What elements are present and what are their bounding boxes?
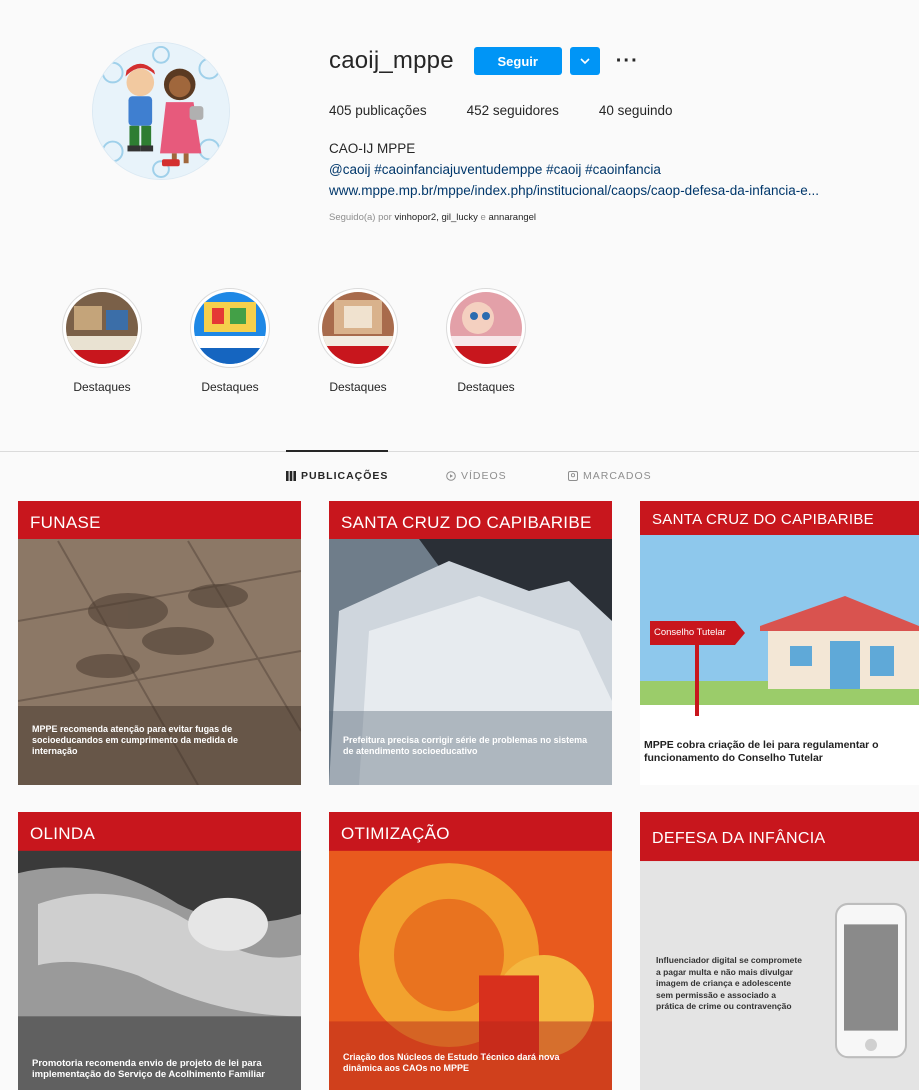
highlight-ring	[446, 288, 526, 368]
post-title: FUNASE	[30, 513, 101, 532]
highlight-label: Destaques	[201, 380, 259, 394]
followed-prefix: Seguido(a) por	[329, 212, 395, 223]
post-title: SANTA CRUZ DO CAPIBARIBE	[341, 513, 592, 532]
highlight-cover	[322, 292, 394, 364]
post-tile[interactable]: DEFESA DA INFÂNCIA Influenciador digital…	[640, 812, 919, 1090]
tag-icon	[568, 471, 578, 481]
profile-stats: 405 publicações 452 seguidores 40 seguin…	[329, 103, 919, 118]
profile-info: caoij_mppe Seguir ··· 405 publicações 45…	[329, 44, 919, 223]
grid-icon	[286, 471, 296, 481]
bio-hashtags[interactable]: @caoij #caoinfanciajuventudemppe #caoij …	[329, 162, 919, 177]
highlight-ring	[318, 288, 398, 368]
post-title: SANTA CRUZ DO CAPIBARIBE	[652, 511, 874, 528]
tab-label: VÍDEOS	[461, 470, 507, 482]
tab-label: MARCADOS	[583, 470, 652, 482]
profile-avatar[interactable]	[92, 42, 230, 180]
bio-name: CAO-IJ MPPE	[329, 141, 416, 156]
highlight-label: Destaques	[457, 380, 515, 394]
post-caption: Influenciador digital se compromete a pa…	[656, 955, 802, 1011]
post-tile[interactable]: OLINDA Promotoria recomenda envio de pro…	[18, 812, 301, 1090]
post-title: OLINDA	[30, 824, 96, 843]
video-icon	[446, 471, 456, 481]
follow-button[interactable]: Seguir	[473, 47, 562, 75]
post-caption: Criação dos Núcleos de Estudo Técnico da…	[343, 1052, 560, 1073]
tab-marcados[interactable]: MARCADOS	[568, 470, 652, 482]
highlight-ring	[190, 288, 270, 368]
highlight-cover	[66, 292, 138, 364]
post-tile[interactable]: SANTA CRUZ DO CAPIBARIBE Conselho Tutela…	[640, 501, 919, 785]
followed-and: e	[477, 212, 489, 223]
tab-publicacoes[interactable]: PUBLICAÇÕES	[286, 470, 388, 482]
suggested-dropdown-button[interactable]	[569, 47, 600, 75]
post-title: DEFESA DA INFÂNCIA	[652, 830, 826, 847]
post-caption: MPPE cobra criação de lei para regulamen…	[644, 739, 879, 764]
tabs-divider	[0, 451, 919, 452]
highlight-item[interactable]: Destaques	[62, 288, 142, 394]
post-caption: Prefeitura precisa corrigir série de pro…	[343, 735, 588, 756]
highlight-item[interactable]: Destaques	[318, 288, 398, 394]
highlight-label: Destaques	[329, 380, 387, 394]
post-tile[interactable]: SANTA CRUZ DO CAPIBARIBE Prefeitura prec…	[329, 501, 612, 785]
post-image	[329, 812, 612, 1090]
followed-by[interactable]: Seguido(a) por vinhopor2, gil_lucky e an…	[329, 212, 919, 223]
highlight-label: Destaques	[73, 380, 131, 394]
post-caption: Promotoria recomenda envio de projeto de…	[32, 1058, 265, 1080]
active-tab-indicator	[286, 450, 388, 452]
bio-link[interactable]: www.mppe.mp.br/mppe/index.php/institucio…	[329, 183, 919, 198]
post-title: OTIMIZAÇÃO	[341, 824, 450, 843]
post-tile[interactable]: OTIMIZAÇÃO Criação dos Núcleos de Estudo…	[329, 812, 612, 1090]
following-count[interactable]: 40 seguindo	[599, 103, 673, 118]
highlight-ring	[62, 288, 142, 368]
tab-videos[interactable]: VÍDEOS	[446, 470, 507, 482]
chevron-down-icon	[580, 58, 590, 65]
post-image	[640, 812, 919, 1090]
tab-label: PUBLICAÇÕES	[301, 470, 389, 482]
post-tile[interactable]: FUNASE MPPE recomenda atenção para evita…	[18, 501, 301, 785]
sign-label: Conselho Tutelar	[654, 627, 726, 638]
username: caoij_mppe	[329, 47, 454, 74]
posts-count: 405 publicações	[329, 103, 427, 118]
post-image	[18, 812, 301, 1090]
followers-count[interactable]: 452 seguidores	[467, 103, 559, 118]
highlight-cover	[194, 292, 266, 364]
post-caption: MPPE recomenda atenção para evitar fugas…	[32, 724, 239, 756]
highlight-item[interactable]: Destaques	[190, 288, 270, 394]
followed-users[interactable]: vinhopor2, gil_lucky	[394, 212, 477, 223]
more-options-icon[interactable]: ···	[616, 51, 639, 71]
highlight-cover	[450, 292, 522, 364]
followed-last[interactable]: annarangel	[488, 212, 536, 223]
profile-header-row: caoij_mppe Seguir ···	[329, 44, 919, 78]
highlight-item[interactable]: Destaques	[446, 288, 526, 394]
avatar-illustration	[93, 43, 229, 179]
